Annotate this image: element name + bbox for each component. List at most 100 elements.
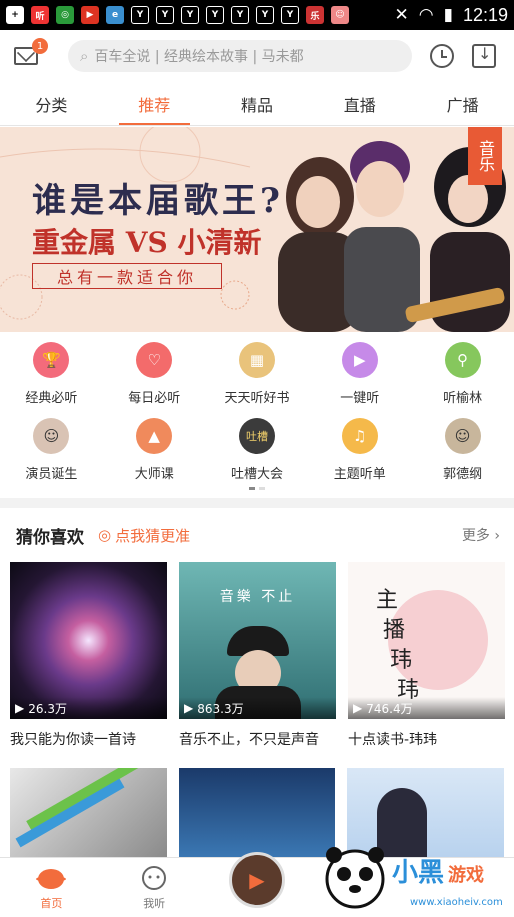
grid-item-one-click[interactable]: ▶ 一键听 (308, 342, 411, 418)
calendar-icon: ♡ (136, 342, 173, 378)
banner-title: 谁是本届歌王? (32, 181, 284, 221)
section-divider (0, 498, 514, 508)
play-icon: ▶ (249, 867, 265, 892)
play-count-value: 746.4万 (366, 701, 413, 716)
avatar-icon: ☺ (331, 6, 349, 24)
add-icon: + (6, 6, 24, 24)
cover-text: 音樂 不止 (219, 589, 296, 605)
notification-icons: + 听 ◎ ▶ e Y Y Y Y Y Y Y 乐 ☺ (6, 6, 349, 24)
album-card[interactable]: 音樂 不止 ▶ 863.3万 音乐不止，不只是声音 (179, 562, 336, 749)
download-icon[interactable] (472, 44, 496, 68)
player-button[interactable]: ▶ (228, 851, 285, 908)
avatar-icon: ☺ (444, 418, 481, 454)
play-icon: ▶ (15, 701, 25, 715)
nav-player[interactable]: ▶ (206, 851, 309, 917)
album-card[interactable]: 主 播 玮 玮 ▶ 746.4万 十点读书-玮玮 (348, 562, 505, 749)
grid-item-actor[interactable]: ☺ 演员诞生 (0, 418, 103, 494)
cover-calligraphy: 主 播 玮 玮 (376, 588, 419, 703)
location-icon: ⚲ (444, 342, 481, 378)
search-input[interactable]: ⌕ 百车全说 | 经典绘本故事 | 马未都 (68, 40, 412, 72)
album-title: 十点读书-玮玮 (348, 732, 438, 748)
album-title: 我只能为你读一首诗 (10, 732, 136, 748)
album-card[interactable] (178, 768, 336, 858)
ting-icon: 听 (31, 6, 49, 24)
album-cover: 主 播 玮 玮 ▶ 746.4万 (348, 562, 505, 719)
grid-item-daily[interactable]: ♡ 每日必听 (103, 342, 206, 418)
tucao-icon: 吐槽 (238, 418, 275, 454)
grid-item-books[interactable]: ▦ 天天听好书 (206, 342, 309, 418)
status-bar: + 听 ◎ ▶ e Y Y Y Y Y Y Y 乐 ☺ ✕ ◠ ▮ 12:19 (0, 0, 514, 30)
cover-pencil (15, 778, 125, 848)
grid-label: 每日必听 (128, 391, 181, 406)
guess-better-link[interactable]: ◎ 点我猜更准 (98, 525, 190, 546)
target-icon: ◎ (98, 526, 112, 544)
grid-label: 经典必听 (25, 391, 78, 406)
page-indicator (249, 487, 265, 490)
y1-icon: Y (231, 6, 249, 24)
grid-item-theme[interactable]: ♫ 主题听单 (308, 418, 411, 494)
more-label: 更多 (461, 528, 490, 544)
svg-text:小黑: 小黑 (392, 858, 444, 888)
svg-text:游戏: 游戏 (448, 864, 484, 886)
grid-label: 演员诞生 (25, 467, 78, 482)
header: 1 ⌕ 百车全说 | 经典绘本故事 | 马未都 (0, 30, 514, 82)
promo-banner[interactable]: 谁是本届歌王? 重金属 VS 小清新 总有一款适合你 音乐 (0, 127, 514, 332)
album-cover: ▶ 26.3万 (10, 562, 167, 719)
play-icon: ▶ (184, 701, 194, 715)
site-watermark: 小黑 游戏 www.xiaoheiv.com (325, 847, 503, 909)
grid-item-classic[interactable]: 🏆 经典必听 (0, 342, 103, 418)
grid-item-guodegang[interactable]: ☺ 郭德纲 (411, 418, 514, 494)
album-card[interactable]: ▶ 26.3万 我只能为你读一首诗 (10, 562, 167, 749)
tab-category[interactable]: 分类 (0, 82, 103, 125)
mail-icon[interactable]: 1 (14, 38, 48, 65)
play-count: ▶ 26.3万 (10, 697, 167, 719)
music-icon: ▶ (81, 6, 99, 24)
history-clock-icon[interactable] (430, 44, 454, 68)
graduation-cap-icon: ▲ (136, 418, 173, 454)
play-count: ▶ 746.4万 (348, 697, 505, 719)
trophy-icon: 🏆 (33, 342, 70, 378)
grid-label: 天天听好书 (224, 391, 290, 406)
album-card[interactable] (10, 768, 167, 858)
banner-subtitle: 重金属 VS 小清新 (32, 226, 262, 259)
guess-section-header: 猜你喜欢 ◎ 点我猜更准 更多 › (16, 518, 500, 552)
play-count-value: 26.3万 (28, 701, 67, 716)
grid-item-master[interactable]: ▲ 大师课 (103, 418, 206, 494)
chat-icon: Y (156, 6, 174, 24)
book-icon: ▦ (238, 342, 275, 378)
y1-icon: Y (281, 6, 299, 24)
nav-home[interactable]: 首页 (0, 858, 103, 917)
listen-icon (142, 865, 167, 890)
more-link[interactable]: 更多 › (462, 525, 500, 545)
home-icon (36, 868, 67, 889)
clock-time: 12:19 (462, 4, 508, 25)
play-icon: ▶ (353, 701, 363, 715)
grid-item-tucao[interactable]: 吐槽 吐槽大会 (206, 418, 309, 494)
grid-label: 听榆林 (443, 391, 483, 406)
avatar-icon: ☺ (33, 418, 70, 454)
banner-tag: 音乐 (468, 127, 502, 185)
album-cover: 音樂 不止 ▶ 863.3万 (179, 562, 336, 719)
ie-icon: e (106, 6, 124, 24)
app-icon: 乐 (306, 6, 324, 24)
banner-caption: 总有一款适合你 (32, 263, 222, 289)
grid-item-yulin[interactable]: ⚲ 听榆林 (411, 342, 514, 418)
page-dot (249, 487, 255, 490)
tab-premium[interactable]: 精品 (206, 82, 309, 125)
play-icon: ▶ (341, 342, 378, 378)
feature-grid: 🏆 经典必听 ♡ 每日必听 ▦ 天天听好书 ▶ 一键听 ⚲ 听榆林 ☺ 演员诞生… (0, 342, 514, 494)
tab-radio[interactable]: 广播 (411, 82, 514, 125)
category-tabs: 分类 推荐 精品 直播 广播 (0, 82, 514, 126)
y1-icon: Y (206, 6, 224, 24)
grid-label: 主题听单 (333, 467, 386, 482)
grid-label: 郭德纲 (443, 467, 483, 482)
music-list-icon: ♫ (341, 418, 378, 454)
guess-link-label: 点我猜更准 (115, 526, 191, 545)
section-title: 猜你喜欢 (16, 527, 84, 548)
page-dot (259, 487, 265, 490)
tab-recommend[interactable]: 推荐 (103, 82, 206, 125)
nav-listen[interactable]: 我听 (103, 858, 206, 917)
y1-icon: Y (181, 6, 199, 24)
tab-live[interactable]: 直播 (308, 82, 411, 125)
play-count-value: 863.3万 (197, 701, 244, 716)
